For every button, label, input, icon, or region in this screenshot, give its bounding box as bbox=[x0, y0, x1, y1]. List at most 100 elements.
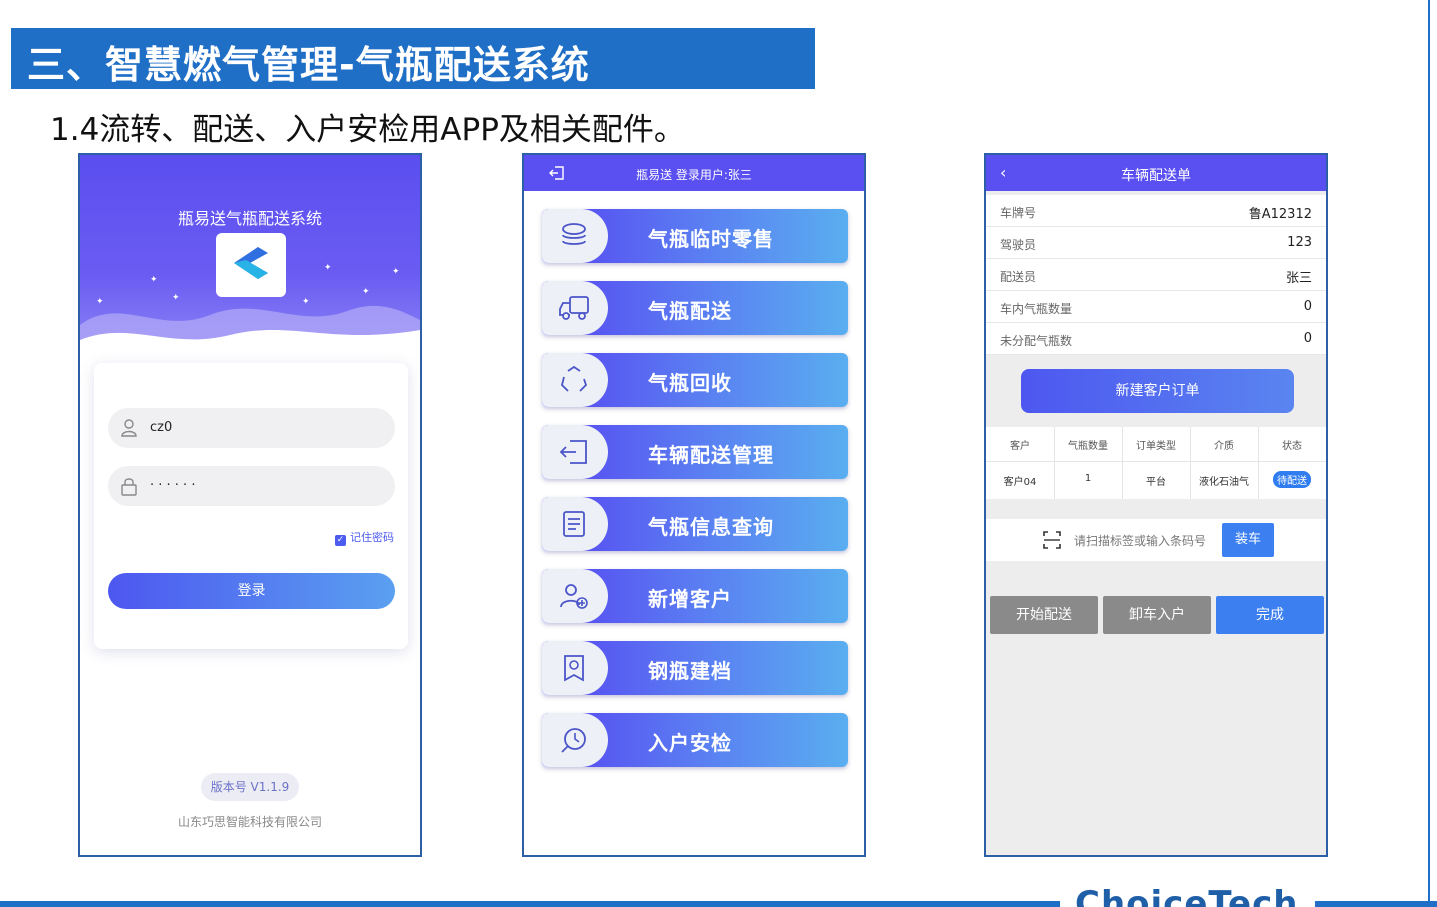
username-field[interactable]: cz0 bbox=[108, 408, 395, 448]
slide: 三、智慧燃气管理-气瓶配送系统 1.4流转、配送、入户安检用APP及相关配件。 … bbox=[0, 0, 1437, 907]
star-icon: ✦ bbox=[150, 275, 158, 285]
menu-item-archive[interactable]: 钢瓶建档 bbox=[542, 641, 848, 695]
star-icon: ✦ bbox=[172, 293, 180, 303]
star-icon: ✦ bbox=[362, 287, 370, 297]
recycle-icon bbox=[561, 365, 588, 392]
right-rule bbox=[1428, 0, 1430, 907]
inspection-icon bbox=[561, 728, 586, 753]
scan-input[interactable]: 请扫描标签或输入条码号 bbox=[1074, 532, 1206, 549]
menu-phone: 瓶易送 登录用户:张三 气瓶临时零售 气瓶配送 气瓶回收 车辆配送管理 气瓶信息… bbox=[522, 153, 866, 857]
complete-button[interactable]: 完成 bbox=[1216, 596, 1324, 634]
load-button[interactable]: 装车 bbox=[1222, 523, 1274, 557]
menu-icon-wrap bbox=[542, 569, 608, 623]
star-icon: ✦ bbox=[302, 297, 310, 307]
menu-item-add-customer[interactable]: 新增客户 bbox=[542, 569, 848, 623]
delivery-body: 车牌号 鲁A12312 驾驶员 123 配送员 张三 车内气瓶数量 0 未分配气… bbox=[986, 191, 1326, 855]
menu-icon-wrap bbox=[542, 497, 608, 551]
info-value: 张三 bbox=[1285, 271, 1312, 286]
start-delivery-button[interactable]: 开始配送 bbox=[990, 596, 1098, 634]
order-table: 客户 气瓶数量 订单类型 介质 状态 客户04 1 平台 液化石油气 待配送 bbox=[986, 427, 1326, 499]
menu-item-recycle[interactable]: 气瓶回收 bbox=[542, 353, 848, 407]
info-key: 车内气瓶数量 bbox=[1000, 302, 1073, 316]
menu-item-vehicle[interactable]: 车辆配送管理 bbox=[542, 425, 848, 479]
table-cell: 1 bbox=[1084, 473, 1092, 484]
info-row: 车内气瓶数量 0 bbox=[986, 291, 1326, 323]
info-value: 0 bbox=[1303, 299, 1312, 314]
menu-icon-wrap bbox=[542, 641, 608, 695]
app-logo bbox=[216, 233, 286, 297]
menu-icon-wrap bbox=[542, 209, 608, 263]
app-title: 瓶易送气瓶配送系统 bbox=[177, 209, 322, 228]
menu-header: 瓶易送 登录用户:张三 bbox=[524, 155, 864, 191]
menu-item-retail[interactable]: 气瓶临时零售 bbox=[542, 209, 848, 263]
logout-icon bbox=[559, 440, 587, 464]
coins-icon bbox=[562, 223, 586, 245]
info-value: 0 bbox=[1303, 331, 1312, 346]
star-icon: ✦ bbox=[324, 263, 332, 273]
footer-rule bbox=[0, 901, 1060, 907]
scan-icon[interactable] bbox=[1042, 530, 1062, 550]
table-cell: 客户04 bbox=[1003, 477, 1037, 488]
menu-label: 新增客户 bbox=[648, 587, 732, 611]
table-cell: 平台 bbox=[1146, 477, 1166, 488]
table-header: 客户 bbox=[1010, 441, 1030, 452]
login-phone: 瓶易送气瓶配送系统 ✦ ✦ ✦ ✦ ✦ ✦ ✦ cz0 · · · · · · … bbox=[78, 153, 422, 857]
info-row: 车牌号 鲁A12312 bbox=[986, 195, 1326, 227]
table-header: 介质 bbox=[1214, 441, 1234, 452]
menu-item-delivery[interactable]: 气瓶配送 bbox=[542, 281, 848, 335]
remember-password[interactable]: ✓ 记住密码 bbox=[335, 529, 394, 546]
footer-rule bbox=[1315, 901, 1437, 907]
slide-subtitle: 1.4流转、配送、入户安检用APP及相关配件。 bbox=[50, 112, 685, 148]
info-row: 配送员 张三 bbox=[986, 259, 1326, 291]
username-value: cz0 bbox=[150, 420, 173, 435]
menu-label: 气瓶配送 bbox=[648, 299, 732, 323]
menu-icon-wrap bbox=[542, 425, 608, 479]
menu-header-title: 瓶易送 登录用户:张三 bbox=[636, 168, 752, 182]
delivery-header: ‹ 车辆配送单 bbox=[986, 155, 1326, 191]
remember-label: 记住密码 bbox=[350, 531, 394, 544]
menu-label: 钢瓶建档 bbox=[648, 659, 732, 683]
archive-icon bbox=[564, 655, 584, 682]
table-divider bbox=[986, 461, 1326, 462]
password-field[interactable]: · · · · · · bbox=[108, 466, 395, 506]
add-user-icon bbox=[560, 584, 588, 609]
info-key: 配送员 bbox=[1000, 270, 1037, 284]
menu-icon-wrap bbox=[542, 713, 608, 767]
info-value: 鲁A12312 bbox=[1248, 207, 1312, 222]
table-header: 订单类型 bbox=[1136, 441, 1176, 452]
table-cell: 待配送 bbox=[1258, 471, 1326, 488]
table-header: 气瓶数量 bbox=[1068, 441, 1108, 452]
new-order-button[interactable]: 新建客户订单 bbox=[1021, 369, 1294, 413]
menu-label: 气瓶回收 bbox=[648, 371, 732, 395]
login-card: cz0 · · · · · · ✓ 记住密码 登录 bbox=[94, 363, 408, 649]
version-badge: 版本号 V1.1.9 bbox=[201, 773, 299, 801]
checkbox-icon[interactable]: ✓ bbox=[335, 535, 346, 546]
truck-icon bbox=[559, 296, 589, 320]
title-banner: 三、智慧燃气管理-气瓶配送系统 bbox=[11, 28, 815, 89]
table-cell: 液化石油气 bbox=[1199, 477, 1249, 488]
password-value: · · · · · · bbox=[150, 478, 196, 493]
star-icon: ✦ bbox=[392, 267, 400, 277]
menu-item-query[interactable]: 气瓶信息查询 bbox=[542, 497, 848, 551]
delivery-header-title: 车辆配送单 bbox=[1121, 168, 1191, 184]
menu-icon-wrap bbox=[542, 353, 608, 407]
menu-item-inspection[interactable]: 入户安检 bbox=[542, 713, 848, 767]
info-key: 未分配气瓶数 bbox=[1000, 334, 1073, 348]
delivery-phone: ‹ 车辆配送单 车牌号 鲁A12312 驾驶员 123 配送员 张三 车内气瓶数… bbox=[984, 153, 1328, 857]
banner-title: 三、智慧燃气管理-气瓶配送系统 bbox=[27, 43, 590, 87]
company-name: 山东巧思智能科技有限公司 bbox=[177, 815, 322, 829]
login-button[interactable]: 登录 bbox=[108, 573, 395, 609]
menu-label: 入户安检 bbox=[648, 731, 732, 755]
star-icon: ✦ bbox=[96, 297, 104, 307]
info-key: 驾驶员 bbox=[1000, 238, 1037, 252]
lock-icon bbox=[121, 478, 137, 496]
unload-button[interactable]: 卸车入户 bbox=[1103, 596, 1211, 634]
status-badge: 待配送 bbox=[1273, 471, 1311, 488]
footer-logo: ChoiceTech bbox=[1075, 884, 1299, 907]
info-row: 驾驶员 123 bbox=[986, 227, 1326, 259]
info-row: 未分配气瓶数 0 bbox=[986, 323, 1326, 355]
table-header: 状态 bbox=[1282, 441, 1302, 452]
document-icon bbox=[563, 511, 585, 537]
user-icon bbox=[121, 419, 137, 437]
menu-label: 气瓶信息查询 bbox=[648, 515, 774, 539]
